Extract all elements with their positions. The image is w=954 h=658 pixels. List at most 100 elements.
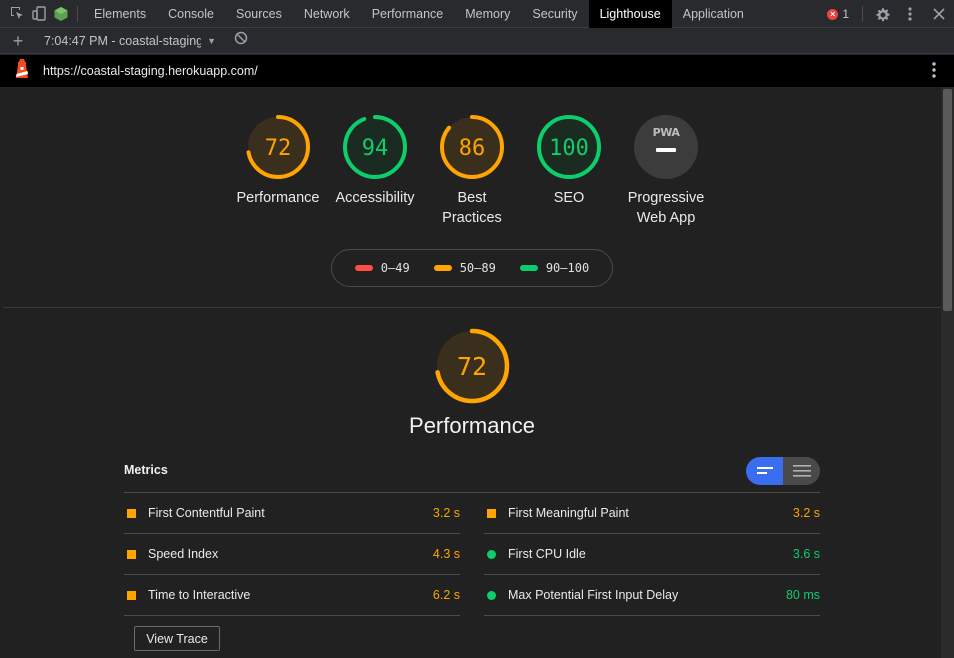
average-square-icon (127, 591, 136, 600)
seo-label: SEO (553, 190, 585, 206)
score-legend: 0–49 50–89 90–100 (331, 249, 613, 287)
metrics-column-right: First Meaningful Paint 3.2 s First CPU I… (484, 493, 820, 616)
report-selector-label: 7:04:47 PM - coastal-staging.l (44, 33, 202, 48)
error-count-badge[interactable]: × 1 (819, 7, 857, 21)
error-count: 1 (842, 7, 849, 21)
tabbar-separator (77, 5, 78, 22)
metric-first-meaningful-paint: First Meaningful Paint 3.2 s (484, 493, 820, 534)
error-icon: × (827, 8, 839, 20)
pwa-badge-icon: PWA (634, 115, 698, 179)
more-options-icon[interactable] (896, 0, 924, 28)
new-report-button[interactable]: + (0, 28, 36, 54)
performance-large-score: 72 (457, 352, 487, 381)
metric-first-contentful-paint: First Contentful Paint 3.2 s (124, 493, 460, 534)
gauge-pwa[interactable]: PWA Progressive Web App (617, 114, 715, 228)
metric-value: 3.6 s (792, 547, 820, 561)
chevron-down-icon: ▼ (207, 35, 216, 46)
metric-name: Max Potential First Input Delay (508, 588, 679, 602)
average-square-icon (487, 509, 496, 518)
close-devtools-icon[interactable] (924, 0, 954, 28)
lighthouse-report: 72 Performance 94 Accessibility 86 Best … (3, 87, 941, 658)
metric-name: First Contentful Paint (148, 506, 265, 520)
gauge-performance[interactable]: 72 Performance (229, 114, 327, 208)
legend-swatch-fail (354, 265, 373, 271)
gauge-accessibility[interactable]: 94 Accessibility (326, 114, 424, 208)
clear-reports-icon[interactable] (234, 31, 248, 50)
report-url-bar: https://coastal-staging.herokuapp.com/ (0, 55, 954, 87)
metric-name: First Meaningful Paint (508, 506, 629, 520)
legend-range-average: 50–89 (459, 261, 496, 275)
tabbar-separator (862, 6, 863, 22)
tabbar-right-controls: × 1 (819, 0, 954, 28)
metric-time-to-interactive: Time to Interactive 6.2 s (124, 575, 460, 616)
performance-label: Performance (236, 190, 320, 206)
metrics-view-toggle[interactable] (746, 457, 820, 485)
metric-max-potential-fid: Max Potential First Input Delay 80 ms (484, 575, 820, 616)
best-practices-label: Best Practices (442, 190, 502, 226)
tab-elements[interactable]: Elements (83, 0, 157, 28)
view-trace-button[interactable]: View Trace (134, 626, 220, 651)
metric-value: 6.2 s (432, 588, 460, 602)
tab-memory[interactable]: Memory (454, 0, 521, 28)
tab-lighthouse[interactable]: Lighthouse (588, 0, 672, 28)
metric-name: Time to Interactive (148, 588, 251, 602)
pass-circle-icon (487, 591, 496, 600)
metric-speed-index: Speed Index 4.3 s (124, 534, 460, 575)
lighthouse-logo-icon (14, 58, 36, 84)
seo-score-gauge: 100 (537, 115, 601, 179)
performance-section-gauge: 72 (433, 327, 511, 410)
lighthouse-toolbar: + 7:04:47 PM - coastal-staging.l ▼ (0, 28, 954, 54)
metric-value: 3.2 s (432, 506, 460, 520)
metric-value: 3.2 s (792, 506, 820, 520)
settings-gear-icon[interactable] (868, 0, 896, 28)
metric-name: Speed Index (148, 547, 219, 561)
tab-console[interactable]: Console (157, 0, 225, 28)
tab-security[interactable]: Security (521, 0, 588, 28)
tab-application[interactable]: Application (672, 0, 755, 28)
expanded-view-icon[interactable] (783, 457, 820, 485)
accessibility-label: Accessibility (335, 190, 415, 206)
gauge-seo[interactable]: 100 SEO (520, 114, 618, 208)
report-url: https://coastal-staging.herokuapp.com/ (43, 64, 258, 78)
node-extension-icon[interactable] (50, 0, 72, 28)
pass-circle-icon (487, 550, 496, 559)
tab-performance[interactable]: Performance (361, 0, 455, 28)
legend-item-fail: 0–49 (354, 261, 410, 275)
inspect-element-icon[interactable] (6, 0, 28, 28)
device-toolbar-icon[interactable] (28, 0, 50, 28)
best-practices-score: 86 (459, 136, 486, 161)
metrics-header: Metrics (124, 457, 820, 493)
legend-range-fail: 0–49 (380, 261, 410, 275)
pwa-badge-text: PWA (653, 126, 681, 139)
performance-large-gauge: 72 (434, 328, 510, 404)
legend-item-pass: 90–100 (519, 261, 589, 275)
metric-value: 4.3 s (432, 547, 460, 561)
report-scrollbar[interactable] (941, 87, 954, 658)
report-selector[interactable]: 7:04:47 PM - coastal-staging.l ▼ (36, 34, 224, 48)
devtools-tabbar: Elements Console Sources Network Perform… (0, 0, 954, 28)
metrics-title: Metrics (124, 463, 168, 477)
report-menu-icon[interactable] (932, 62, 936, 83)
tab-sources[interactable]: Sources (225, 0, 293, 28)
accessibility-score: 94 (362, 136, 389, 161)
seo-score: 100 (549, 136, 589, 161)
legend-swatch-average (433, 265, 452, 271)
gauge-best-practices[interactable]: 86 Best Practices (423, 114, 521, 228)
accessibility-score-gauge: 94 (343, 115, 407, 179)
metrics-column-left: First Contentful Paint 3.2 s Speed Index… (124, 493, 460, 616)
pwa-label: Progressive Web App (627, 190, 705, 226)
best-practices-score-gauge: 86 (440, 115, 504, 179)
performance-section-title: Performance (409, 413, 535, 438)
metric-first-cpu-idle: First CPU Idle 3.6 s (484, 534, 820, 575)
compact-view-icon[interactable] (746, 457, 783, 485)
category-gauges: 72 Performance 94 Accessibility 86 Best … (3, 114, 941, 234)
legend-swatch-pass (519, 265, 538, 271)
average-square-icon (127, 509, 136, 518)
metric-value: 80 ms (785, 588, 820, 602)
metric-name: First CPU Idle (508, 547, 586, 561)
performance-score-gauge: 72 (246, 115, 310, 179)
tab-network[interactable]: Network (293, 0, 361, 28)
average-square-icon (127, 550, 136, 559)
performance-score: 72 (265, 136, 292, 161)
scrollbar-thumb[interactable] (943, 89, 952, 311)
